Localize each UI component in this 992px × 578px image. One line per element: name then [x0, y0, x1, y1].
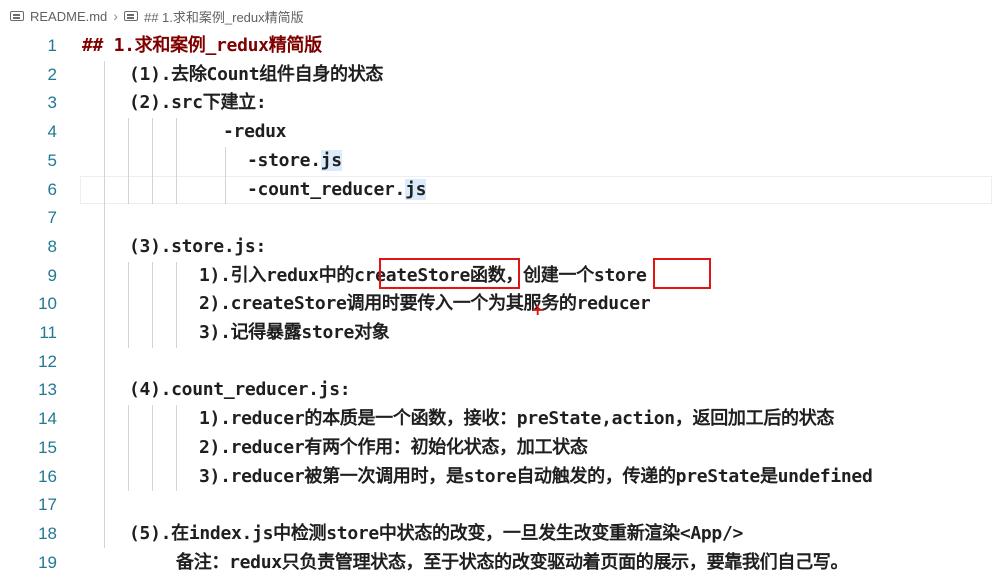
code-text[interactable]: -count_reducer.js	[247, 176, 426, 205]
code-text-main: -store.	[247, 149, 321, 171]
code-text[interactable]: -redux	[223, 118, 287, 147]
code-line: 12	[0, 348, 992, 377]
code-line: 7	[0, 204, 992, 233]
code-line: 6 -count_reducer.js	[0, 176, 992, 205]
line-number: 11	[39, 323, 57, 342]
code-text[interactable]: (5).在index.js中检测store中状态的改变，一旦发生改变重新渲染<A…	[129, 520, 743, 549]
line-number: 18	[38, 523, 57, 543]
code-text[interactable]: 3).reducer被第一次调用时，是store自动触发的，传递的preStat…	[199, 463, 873, 492]
code-line: 13 (4).count_reducer.js:	[0, 376, 992, 405]
line-number: 1	[47, 36, 57, 55]
line-number: 5	[47, 150, 57, 170]
code-line: 11 3).记得暴露store对象	[0, 319, 992, 348]
code-text[interactable]: (3).store.js:	[129, 233, 266, 262]
line-number: 7	[47, 208, 57, 228]
line-number: 6	[47, 179, 57, 199]
line-number: 9	[47, 265, 57, 285]
code-text[interactable]: ## 1.求和案例_redux精简版	[82, 32, 322, 61]
code-line: 1 ## 1.求和案例_redux精简版	[0, 32, 992, 61]
code-line: 2 (1).去除Count组件自身的状态	[0, 61, 992, 90]
code-text[interactable]: (1).去除Count组件自身的状态	[129, 61, 383, 90]
code-text-main: -count_reducer.	[247, 178, 406, 200]
editor[interactable]: 1 ## 1.求和案例_redux精简版 2 (1).去除Count组件自身的状…	[0, 32, 992, 578]
line-number: 12	[38, 351, 57, 371]
breadcrumb-file[interactable]: README.md	[30, 9, 107, 24]
line-number: 14	[38, 409, 57, 429]
code-line: 4 -redux	[0, 118, 992, 147]
code-line: 3 (2).src下建立:	[0, 89, 992, 118]
line-number: 3	[47, 93, 57, 113]
code-text[interactable]: -store.js	[247, 147, 342, 176]
code-line: 14 1).reducer的本质是一个函数，接收：preState,action…	[0, 405, 992, 434]
code-text[interactable]: (2).src下建立:	[129, 89, 267, 118]
breadcrumb-section[interactable]: ## 1.求和案例_redux精简版	[144, 7, 304, 26]
annotation-box-store	[653, 258, 711, 289]
heading-symbol-icon	[123, 11, 138, 21]
line-number: 17	[38, 495, 57, 515]
code-text[interactable]: 3).记得暴露store对象	[199, 319, 390, 348]
markdown-file-icon	[10, 11, 24, 21]
code-line: 17	[0, 491, 992, 520]
code-text[interactable]: 1).reducer的本质是一个函数，接收：preState,action，返回…	[199, 405, 834, 434]
code-text[interactable]: (4).count_reducer.js:	[129, 376, 351, 405]
line-number: 8	[47, 236, 57, 256]
code-line: 10 2).createStore调用时要传入一个为其服务的reducer	[0, 290, 992, 319]
line-number: 13	[38, 380, 57, 400]
code-line: 19 备注：redux只负责管理状态，至于状态的改变驱动着页面的展示，要靠我们自…	[0, 549, 992, 578]
line-number: 15	[38, 437, 57, 457]
selection-highlight: js	[320, 149, 342, 171]
code-line: 18 (5).在index.js中检测store中状态的改变，一旦发生改变重新渲…	[0, 520, 992, 549]
code-text[interactable]: 2).reducer有两个作用：初始化状态，加工状态	[199, 434, 588, 463]
annotation-box-createstore	[379, 258, 520, 289]
line-number: 19	[38, 552, 57, 572]
breadcrumb: README.md › ## 1.求和案例_redux精简版	[0, 0, 992, 32]
chevron-right-icon: ›	[113, 8, 118, 24]
line-number: 10	[38, 294, 57, 314]
code-line: 5 -store.js	[0, 147, 992, 176]
crosshair-cursor-icon: +	[531, 300, 545, 319]
line-number: 4	[47, 122, 57, 142]
selection-highlight: js	[405, 178, 427, 200]
line-number: 2	[47, 64, 57, 84]
code-text[interactable]: 备注：redux只负责管理状态，至于状态的改变驱动着页面的展示，要靠我们自己写。	[176, 549, 848, 578]
code-text[interactable]: 2).createStore调用时要传入一个为其服务的reducer	[199, 290, 651, 319]
line-number: 16	[38, 466, 57, 486]
code-line: 16 3).reducer被第一次调用时，是store自动触发的，传递的preS…	[0, 463, 992, 492]
code-line: 15 2).reducer有两个作用：初始化状态，加工状态	[0, 434, 992, 463]
